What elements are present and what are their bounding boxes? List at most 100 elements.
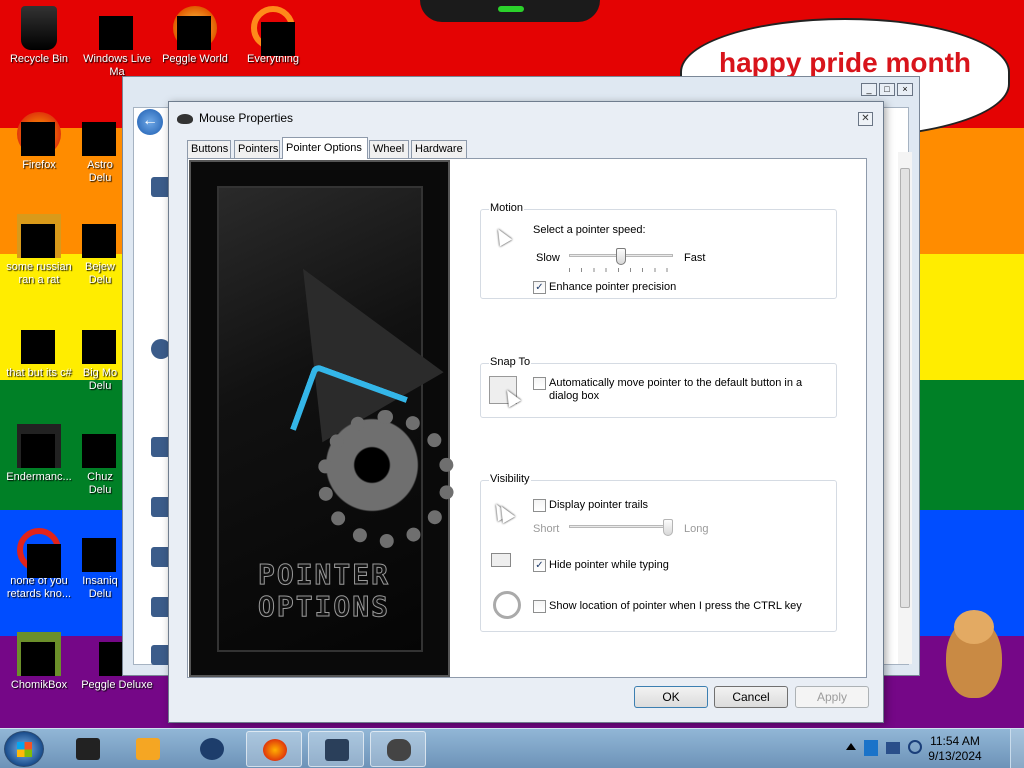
pointer-trails-slider[interactable]	[569, 519, 673, 536]
visibility-group: Visibility Display pointer trails Short …	[480, 473, 837, 632]
mouse-properties-dialog[interactable]: Mouse Properties ✕ Buttons Pointers Poin…	[168, 101, 884, 723]
snap-to-label-line2: dialog box	[549, 390, 600, 402]
start-button[interactable]	[4, 731, 44, 767]
clock[interactable]: 11:54 AM 9/13/2024	[920, 734, 990, 764]
taskbar-item-mouse-properties[interactable]	[370, 731, 426, 767]
pointer-trails-checkbox[interactable]	[533, 499, 546, 512]
pointer-options-art: POINTER OPTIONS	[189, 160, 455, 677]
cancel-button[interactable]: Cancel	[714, 686, 788, 708]
taskbar-item-terminal[interactable]	[60, 731, 116, 767]
taskbar-item-globe[interactable]	[184, 731, 240, 767]
network-icon[interactable]	[864, 740, 878, 756]
back-arrow-icon[interactable]: ←	[137, 109, 163, 135]
pointer-speed-label: Select a pointer speed:	[533, 224, 646, 236]
pointer-options-panel: POINTER OPTIONS Motion Select a pointer …	[187, 158, 867, 678]
desktop-icon-label: Recycle Bin	[9, 53, 69, 65]
desktop-icon-label: Big Mo Delu	[82, 367, 118, 392]
enhance-precision-checkbox[interactable]: ✓	[533, 281, 546, 294]
desktop-icon-windows-live[interactable]: Windows Live Ma	[78, 6, 156, 79]
desktop-icon-everything[interactable]: Everything	[234, 6, 312, 66]
chomikbox-icon	[17, 632, 61, 676]
desktop-icon-label: none of you retards kno...	[6, 575, 72, 600]
art-text-line2: OPTIONS	[257, 590, 390, 624]
long-label: Long	[684, 523, 709, 535]
hide-pointer-icon	[489, 551, 517, 579]
desktop-icon-label: Windows Live Ma	[83, 53, 151, 78]
everything-icon	[251, 6, 295, 56]
clock-time: 11:54 AM	[930, 734, 980, 748]
apply-button[interactable]: Apply	[795, 686, 869, 708]
desktop-icon-endermanch[interactable]: Endermanc...	[0, 424, 78, 484]
gear-icon	[317, 410, 455, 548]
mouse-icon	[387, 739, 411, 761]
media-player-icon	[136, 738, 160, 760]
tab-pointer-options[interactable]: Pointer Options	[282, 137, 368, 159]
desktop-icon-label: Chuz Delu	[87, 471, 113, 496]
desktop-icon-chomikbox[interactable]: ChomikBox	[0, 632, 78, 692]
dialog-close-button[interactable]: ✕	[858, 112, 873, 126]
banner-text: happy pride month	[719, 47, 971, 78]
astro-deluxe-icon	[78, 112, 122, 156]
top-gadget	[420, 0, 600, 22]
show-location-checkbox[interactable]	[533, 600, 546, 613]
pointer-speed-slider[interactable]	[569, 248, 673, 272]
short-label: Short	[533, 523, 560, 535]
desktop-icon-bejeweled[interactable]: Bejew Delu	[78, 214, 122, 287]
desktop-icon-label: Firefox	[22, 159, 56, 171]
peggle-world-icon	[173, 6, 217, 50]
windows-live-icon	[95, 6, 139, 50]
tab-buttons[interactable]: Buttons	[187, 140, 231, 159]
tray-expand-icon[interactable]	[846, 743, 856, 750]
desktop-icon-that-but-its-csharp[interactable]: that but its c#	[0, 320, 78, 380]
slider-thumb[interactable]	[616, 248, 626, 265]
snap-to-group-title: Snap To	[489, 356, 532, 368]
ok-button[interactable]: OK	[634, 686, 708, 708]
slider-thumb[interactable]	[663, 519, 673, 536]
bg-close-button[interactable]: ×	[897, 83, 913, 96]
desktop-icon-astro-deluxe[interactable]: Astro Delu	[78, 112, 122, 185]
motion-group: Motion Select a pointer speed: Slow Fast…	[480, 202, 837, 299]
snap-to-label-line1: Automatically move pointer to the defaul…	[549, 377, 803, 389]
fast-label: Fast	[684, 252, 706, 264]
file-icon	[17, 320, 61, 364]
tab-wheel[interactable]: Wheel	[369, 140, 409, 159]
gadget-indicator	[498, 6, 524, 12]
desktop-icon-label: that but its c#	[6, 367, 72, 379]
desktop-icon-label: Endermanc...	[6, 471, 72, 483]
dialog-title: Mouse Properties	[199, 111, 294, 125]
desktop-icon-recycle-bin[interactable]: Recycle Bin	[0, 6, 78, 66]
desktop-icon-big-money[interactable]: Big Mo Delu	[78, 320, 122, 393]
slow-label: Slow	[536, 252, 560, 264]
desktop-icon-insaniquarium[interactable]: Insaniq Delu	[78, 528, 122, 601]
show-desktop-button[interactable]	[1010, 729, 1024, 768]
taskbar-item-media[interactable]	[120, 731, 176, 767]
hide-pointer-label: Hide pointer while typing	[549, 559, 669, 571]
hide-pointer-checkbox[interactable]: ✓	[533, 559, 546, 572]
taskbar-item-firefox[interactable]	[246, 731, 302, 767]
control-panel-icon	[325, 739, 349, 761]
desktop-icon-peggle-world[interactable]: Peggle World	[156, 6, 234, 66]
scrollbar-thumb[interactable]	[900, 168, 910, 608]
art-text-line1: POINTER	[257, 558, 390, 592]
terminal-icon	[76, 738, 100, 760]
show-location-label: Show location of pointer when I press th…	[549, 600, 802, 612]
recycle-bin-icon	[21, 6, 57, 50]
system-tray: 11:54 AM 9/13/2024	[840, 729, 1024, 768]
desktop-icon-chuzzle[interactable]: Chuz Delu	[78, 424, 122, 497]
bg-minimize-button[interactable]: _	[861, 83, 877, 96]
tab-pointers[interactable]: Pointers	[234, 140, 280, 159]
bg-maximize-button[interactable]: □	[879, 83, 895, 96]
bg-window-scrollbar[interactable]	[898, 152, 912, 664]
desktop-icon-label: Bejew Delu	[85, 261, 115, 286]
desktop-icon-none-of-you[interactable]: none of you retards kno...	[0, 528, 78, 601]
desktop-icon-label: some russian ran a rat	[6, 261, 72, 286]
display-icon[interactable]	[886, 742, 900, 754]
motion-group-title: Motion	[489, 202, 525, 214]
big-money-icon	[78, 320, 122, 364]
enhance-precision-label: Enhance pointer precision	[549, 281, 677, 293]
snap-to-checkbox[interactable]	[533, 377, 546, 390]
tab-hardware[interactable]: Hardware	[411, 140, 467, 159]
desktop-icon-firefox[interactable]: Firefox	[0, 112, 78, 172]
taskbar-item-control-panel[interactable]	[308, 731, 364, 767]
desktop-icon-some-russian[interactable]: some russian ran a rat	[0, 214, 78, 287]
